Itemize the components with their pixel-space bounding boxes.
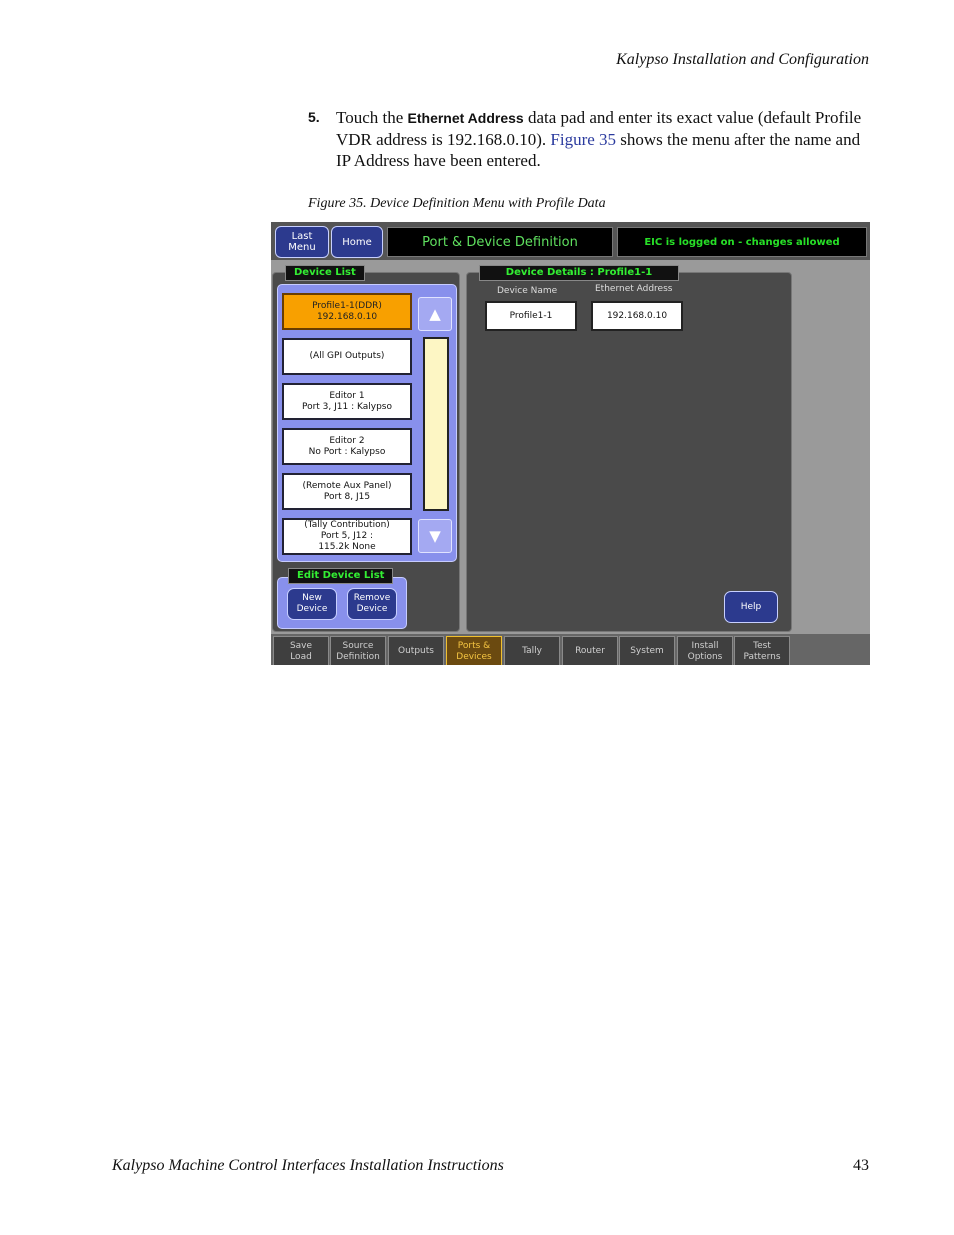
tab-line: Ports & <box>457 640 491 651</box>
tab-line: Options <box>687 651 723 662</box>
item-line: (All GPI Outputs) <box>309 351 385 361</box>
screen-title-text: Port & Device Definition <box>422 234 578 250</box>
tab-line: Source <box>342 640 374 651</box>
item-line: 192.168.0.10 <box>316 311 378 322</box>
device-item-editor1[interactable]: Editor 1 Port 3, J11 : Kalypso <box>282 383 412 420</box>
tab-line: Outputs <box>398 646 434 656</box>
tab-line: System <box>630 646 664 656</box>
tab-save-load[interactable]: Save Load <box>273 636 329 665</box>
tab-tally[interactable]: Tally <box>504 636 560 665</box>
edit-device-list-group: Edit Device List New Device Remove Device <box>277 568 407 629</box>
home-button[interactable]: Home <box>331 226 383 258</box>
step-number: 5. <box>308 109 320 125</box>
tab-line: Tally <box>522 646 542 656</box>
list-scrollbar[interactable] <box>423 337 449 511</box>
tab-ports-devices[interactable]: Ports & Devices <box>446 636 502 665</box>
new-device-button[interactable]: New Device <box>287 588 337 620</box>
running-header: Kalypso Installation and Configuration <box>616 51 869 68</box>
last-menu-button[interactable]: Last Menu <box>275 226 329 258</box>
edit-device-list-label: Edit Device List <box>288 568 394 584</box>
tab-source-definition[interactable]: Source Definition <box>330 636 386 665</box>
bottom-tab-bar: Save Load Source Definition Outputs Ports … <box>271 634 870 665</box>
tab-line: Router <box>575 646 605 656</box>
remove-device-button[interactable]: Remove Device <box>347 588 397 620</box>
last-menu-line1: Last <box>291 231 313 242</box>
top-bar: Last Menu Home Port & Device Definition E… <box>271 222 870 260</box>
item-line: Port 5, J12 : <box>320 531 374 541</box>
scroll-up-button[interactable]: ▲ <box>418 297 452 331</box>
tab-line: Devices <box>456 651 492 662</box>
figure-caption: Figure 35. Device Definition Menu with P… <box>308 196 606 211</box>
device-name-field[interactable]: Profile1-1 <box>485 301 577 331</box>
item-line: Port 3, J11 : Kalypso <box>301 401 392 412</box>
tab-test-patterns[interactable]: Test Patterns <box>734 636 790 665</box>
device-details-panel: Device Details : Profile1-1 Device Name … <box>466 265 792 632</box>
page-number: 43 <box>853 1157 869 1174</box>
item-line: Editor 2 <box>329 435 365 446</box>
tab-line: Install <box>691 640 719 651</box>
item-line: (Remote Aux Panel) <box>302 480 392 491</box>
btn-line: New <box>302 593 322 603</box>
screen-title: Port & Device Definition <box>387 227 613 257</box>
item-line: 115.2k None <box>318 542 376 552</box>
status-text: EIC is logged on - changes allowed <box>644 236 840 248</box>
step-text: Touch the Ethernet Address data pad and … <box>336 107 868 171</box>
tab-system[interactable]: System <box>619 636 675 665</box>
btn-line: Remove <box>353 593 391 603</box>
item-line: (Tally Contribution) <box>304 520 390 530</box>
btn-line: Device <box>296 604 328 614</box>
device-item-remote-aux[interactable]: (Remote Aux Panel) Port 8, J15 <box>282 473 412 510</box>
tab-line: Test <box>753 640 771 651</box>
btn-line: Device <box>356 604 388 614</box>
item-line: Profile1-1(DDR) <box>312 300 382 311</box>
device-item-tally[interactable]: (Tally Contribution) Port 5, J12 : 115.2… <box>282 518 412 555</box>
device-details-label: Device Details : Profile1-1 <box>479 265 679 281</box>
device-definition-screenshot: Last Menu Home Port & Device Definition E… <box>271 222 870 665</box>
device-item-gpi[interactable]: (All GPI Outputs) <box>282 338 412 375</box>
device-item-profile1[interactable]: Profile1-1(DDR) 192.168.0.10 <box>282 293 412 330</box>
tab-line: Save <box>289 640 313 651</box>
ethernet-address-field[interactable]: 192.168.0.10 <box>591 301 683 331</box>
device-name-label: Device Name <box>497 286 558 296</box>
tab-line: Patterns <box>743 651 781 662</box>
ethernet-address-label: Ethernet Address <box>595 284 673 294</box>
arrow-up-icon: ▲ <box>429 305 441 323</box>
footer-title: Kalypso Machine Control Interfaces Insta… <box>112 1157 504 1174</box>
figure-35-link[interactable]: Figure 35 <box>550 130 616 149</box>
device-list-label: Device List <box>285 265 365 281</box>
item-line: Editor 1 <box>329 390 365 401</box>
last-menu-line2: Menu <box>288 242 316 253</box>
tab-line: Load <box>290 651 312 662</box>
item-line: Port 8, J15 <box>323 491 371 502</box>
scroll-down-button[interactable]: ▼ <box>418 519 452 553</box>
device-item-editor2[interactable]: Editor 2 No Port : Kalypso <box>282 428 412 465</box>
help-button[interactable]: Help <box>724 591 778 623</box>
tab-outputs[interactable]: Outputs <box>388 636 444 665</box>
step-text-before: Touch the <box>336 108 408 127</box>
tab-line: Definition <box>336 651 380 662</box>
item-line: No Port : Kalypso <box>308 446 386 457</box>
status-bar: EIC is logged on - changes allowed <box>617 227 867 257</box>
tab-install-options[interactable]: Install Options <box>677 636 733 665</box>
step-5: 5. Touch the Ethernet Address data pad a… <box>308 107 868 171</box>
ethernet-address-term: Ethernet Address <box>407 110 524 126</box>
device-list: Profile1-1(DDR) 192.168.0.10 (All GPI Ou… <box>277 284 457 562</box>
arrow-down-icon: ▼ <box>429 527 441 545</box>
tab-router[interactable]: Router <box>562 636 618 665</box>
